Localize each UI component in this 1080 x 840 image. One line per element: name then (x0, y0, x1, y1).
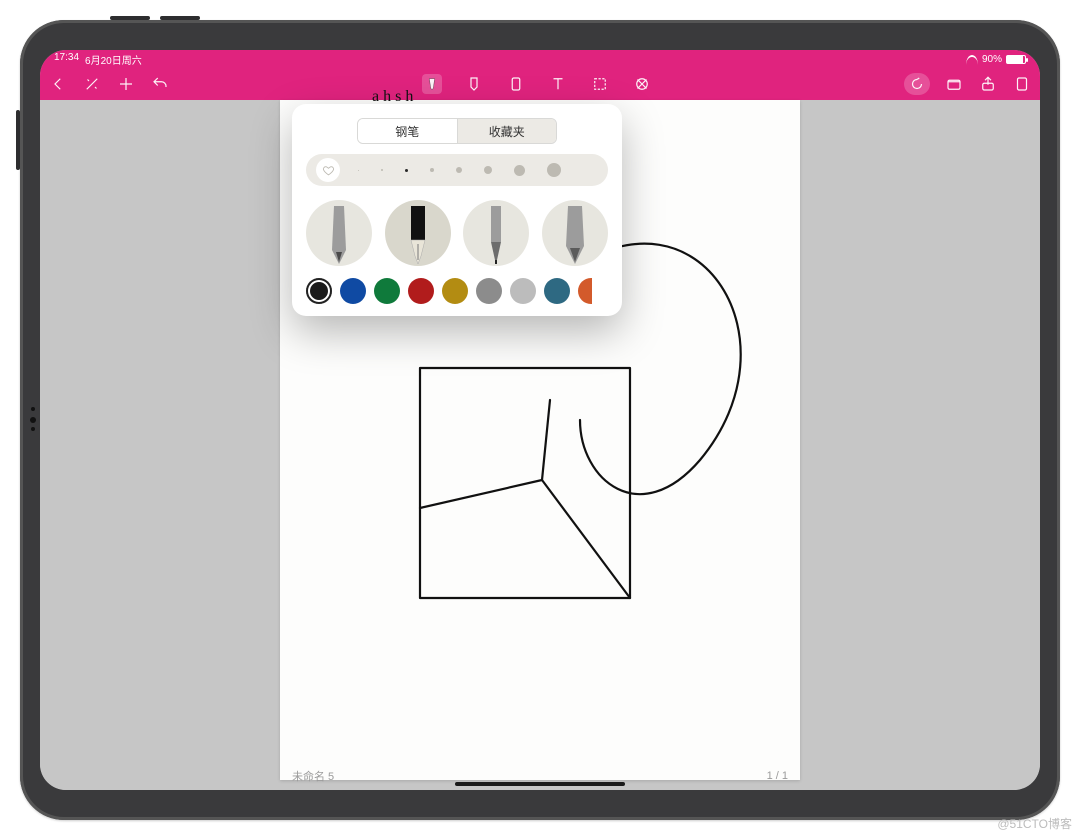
pen-pencil[interactable] (306, 200, 372, 266)
stroke-size-7[interactable] (547, 163, 561, 177)
popover-scribble: a h s h (372, 88, 413, 106)
tool-highlighter[interactable] (464, 74, 484, 94)
color-row (306, 278, 608, 304)
pen-popover: a h s h 钢笔 收藏夹 (292, 104, 622, 316)
tab-favorites[interactable]: 收藏夹 (457, 119, 557, 143)
popover-tabs: 钢笔 收藏夹 (357, 118, 557, 144)
stroke-size-2[interactable] (405, 169, 408, 172)
ipad-frame: 17:34 6月20日周六 90% (20, 20, 1060, 820)
tool-pen[interactable] (422, 74, 442, 94)
stroke-size-row (306, 154, 608, 186)
color-swatch-7[interactable] (544, 278, 570, 304)
share-button[interactable] (978, 74, 998, 94)
wand-button[interactable] (82, 74, 102, 94)
hw-volume-down (160, 16, 200, 20)
more-button[interactable] (1012, 74, 1032, 94)
stroke-size-6[interactable] (514, 165, 525, 176)
pen-type-row (306, 200, 608, 266)
toolbar (40, 68, 1040, 100)
color-swatch-2[interactable] (374, 278, 400, 304)
stroke-size-1[interactable] (381, 169, 383, 171)
status-date: 6月20日周六 (85, 52, 142, 67)
color-swatch-1[interactable] (340, 278, 366, 304)
stroke-size-3[interactable] (430, 168, 434, 172)
pen-fineliner[interactable] (463, 200, 529, 266)
workspace[interactable]: a h s h 钢笔 收藏夹 未命名 5 1 / 1 (40, 100, 1040, 790)
camera-cluster (30, 417, 36, 423)
hw-power (16, 110, 20, 170)
tool-lasso[interactable] (632, 74, 652, 94)
status-time: 17:34 (54, 52, 79, 67)
stroke-size-5[interactable] (484, 166, 492, 174)
color-swatch-4[interactable] (442, 278, 468, 304)
pen-fountain[interactable] (385, 200, 451, 266)
attachment-button[interactable] (904, 73, 930, 95)
hw-volume-up (110, 16, 150, 20)
tool-text[interactable] (548, 74, 568, 94)
undo-button[interactable] (150, 74, 170, 94)
battery-icon (1006, 55, 1026, 64)
tool-select[interactable] (590, 74, 610, 94)
page-indicator: 1 / 1 (767, 770, 788, 782)
stroke-size-0[interactable] (358, 170, 359, 171)
favorite-toggle[interactable] (316, 158, 340, 182)
back-button[interactable] (48, 74, 68, 94)
color-swatch-3[interactable] (408, 278, 434, 304)
screen: 17:34 6月20日周六 90% (40, 50, 1040, 790)
color-swatch-8[interactable] (578, 278, 592, 304)
pen-graphite[interactable] (542, 200, 608, 266)
add-button[interactable] (116, 74, 136, 94)
tab-pen[interactable]: 钢笔 (358, 119, 457, 143)
doc-title: 未命名 5 (292, 768, 334, 784)
watermark: @51CTO博客 (997, 815, 1072, 832)
color-swatch-6[interactable] (510, 278, 536, 304)
status-bar: 17:34 6月20日周六 90% (40, 50, 1040, 68)
battery-pct: 90% (982, 54, 1002, 65)
wifi-icon (966, 54, 978, 64)
tool-eraser[interactable] (506, 74, 526, 94)
folder-button[interactable] (944, 74, 964, 94)
home-indicator[interactable] (455, 782, 625, 786)
stroke-size-4[interactable] (456, 167, 462, 173)
color-swatch-0[interactable] (306, 278, 332, 304)
color-swatch-5[interactable] (476, 278, 502, 304)
